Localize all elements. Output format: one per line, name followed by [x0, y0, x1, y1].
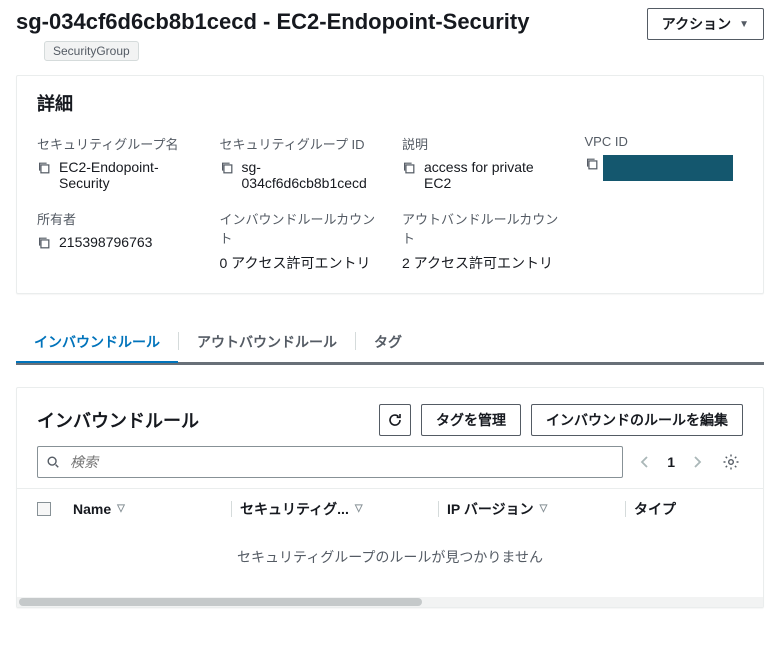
prev-page-button[interactable] [633, 450, 657, 474]
page-title: sg-034cf6d6cb8b1cecd - EC2-Endopoint-Sec… [16, 8, 529, 37]
sort-icon: ▽ [355, 503, 363, 514]
tab-outbound-rules[interactable]: アウトバウンドルール [179, 320, 355, 362]
field-label-description: 説明 [402, 134, 561, 153]
chevron-right-icon [692, 456, 702, 468]
manage-tags-button[interactable]: タグを管理 [421, 404, 521, 436]
refresh-button[interactable] [379, 404, 411, 436]
select-all-checkbox[interactable] [37, 502, 51, 516]
field-label-sg-id: セキュリティグループ ID [220, 134, 379, 153]
tab-bar: インバウンドルール アウトバウンドルール タグ [16, 320, 764, 363]
empty-state-message: セキュリティグループのルールが見つかりません [17, 529, 763, 595]
actions-label: アクション [662, 14, 731, 34]
column-header-name[interactable]: Name ▽ [73, 501, 223, 517]
rules-panel-title: インバウンドルール [37, 407, 199, 433]
field-label-inbound-count: インバウンドルールカウント [220, 209, 379, 247]
horizontal-scrollbar[interactable] [17, 597, 763, 607]
edit-inbound-rules-button[interactable]: インバウンドのルールを編集 [531, 404, 743, 436]
tab-tags[interactable]: タグ [356, 320, 420, 362]
rules-panel: インバウンドルール タグを管理 インバウンドのルールを編集 [16, 387, 764, 608]
field-value-outbound-count: 2 アクセス許可エントリ [402, 253, 553, 273]
column-separator [231, 501, 232, 517]
search-icon [46, 455, 60, 469]
field-value-description: access for private EC2 [424, 159, 561, 191]
table-settings-button[interactable] [719, 450, 743, 474]
manage-tags-label: タグを管理 [436, 410, 506, 430]
column-separator [438, 501, 439, 517]
search-box[interactable] [37, 446, 623, 478]
caret-down-icon: ▼ [739, 19, 749, 30]
field-label-sg-name: セキュリティグループ名 [37, 134, 196, 153]
search-input[interactable] [68, 453, 614, 471]
scrollbar-thumb[interactable] [19, 598, 422, 606]
sort-icon: ▽ [117, 503, 125, 514]
vpc-id-redacted [603, 155, 733, 181]
column-header-ip-version[interactable]: IP バージョン ▽ [447, 499, 617, 519]
sort-icon: ▽ [540, 503, 548, 514]
copy-icon[interactable] [37, 236, 51, 250]
copy-icon[interactable] [37, 161, 51, 175]
actions-dropdown-button[interactable]: アクション ▼ [647, 8, 764, 40]
field-label-vpc-id: VPC ID [585, 134, 744, 149]
field-value-sg-name: EC2-Endopoint-Security [59, 159, 196, 191]
details-title: 詳細 [17, 76, 763, 120]
next-page-button[interactable] [685, 450, 709, 474]
column-header-security-group[interactable]: セキュリティグ... ▽ [240, 499, 430, 519]
field-value-owner: 215398796763 [59, 234, 152, 250]
refresh-icon [387, 412, 403, 428]
details-panel: 詳細 セキュリティグループ名 EC2-Endopoint-Security セキ… [16, 75, 764, 294]
field-value-sg-id: sg-034cf6d6cb8b1cecd [242, 159, 379, 191]
table-header-row: Name ▽ セキュリティグ... ▽ IP バージョン ▽ タイプ [17, 488, 763, 529]
copy-icon[interactable] [585, 157, 599, 171]
field-label-owner: 所有者 [37, 209, 196, 228]
chevron-left-icon [640, 456, 650, 468]
page-number: 1 [663, 454, 679, 470]
column-separator [625, 501, 626, 517]
copy-icon[interactable] [220, 161, 234, 175]
pagination: 1 [633, 450, 709, 474]
resource-type-tag: SecurityGroup [44, 41, 139, 61]
field-value-inbound-count: 0 アクセス許可エントリ [220, 253, 371, 273]
column-header-type[interactable]: タイプ [634, 499, 743, 519]
edit-rules-label: インバウンドのルールを編集 [546, 410, 728, 430]
copy-icon[interactable] [402, 161, 416, 175]
gear-icon [722, 453, 740, 471]
tab-inbound-rules[interactable]: インバウンドルール [16, 320, 178, 362]
field-label-outbound-count: アウトバンドルールカウント [402, 209, 561, 247]
